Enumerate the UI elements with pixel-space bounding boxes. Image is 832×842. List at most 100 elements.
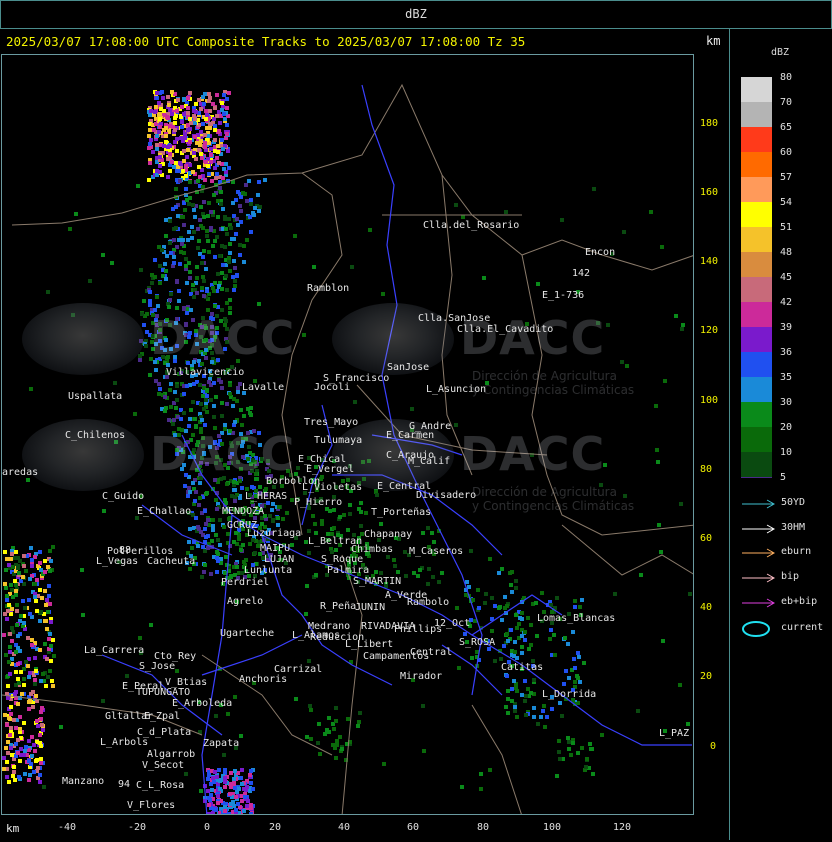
echo-pixel — [220, 244, 224, 248]
echo-pixel — [490, 629, 494, 633]
echo-pixel — [48, 549, 52, 553]
echo-pixel — [460, 785, 464, 789]
echo-pixel — [514, 586, 518, 590]
echo-pixel — [338, 735, 342, 739]
echo-pixel — [190, 546, 194, 550]
echo-pixel — [204, 492, 208, 496]
echo-pixel — [592, 187, 596, 191]
echo-pixel — [520, 611, 524, 615]
echo-pixel — [578, 605, 582, 609]
place-label: Ramblon — [307, 283, 350, 294]
echo-pixel — [225, 288, 229, 292]
echo-pixel — [510, 590, 514, 594]
echo-pixel — [182, 223, 186, 227]
echo-pixel — [236, 190, 240, 194]
echo-pixel — [161, 96, 165, 100]
echo-pixel — [600, 733, 604, 737]
echo-pixel — [172, 255, 176, 259]
echo-pixel — [9, 712, 13, 716]
echo-pixel — [155, 134, 159, 138]
echo-pixel — [296, 466, 300, 470]
echo-pixel — [216, 150, 220, 154]
echo-pixel — [508, 571, 512, 575]
arrow-icon — [742, 524, 776, 534]
echo-pixel — [163, 262, 167, 266]
echo-pixel — [573, 605, 577, 609]
echo-pixel — [216, 358, 220, 362]
colorbar-cell — [741, 277, 772, 302]
echo-pixel — [505, 632, 509, 636]
echo-pixel — [205, 229, 209, 233]
echo-pixel — [210, 179, 214, 183]
echo-pixel — [545, 715, 549, 719]
echo-pixel — [180, 467, 184, 471]
echo-pixel — [50, 679, 54, 683]
echo-pixel — [173, 433, 177, 437]
echo-pixel — [253, 206, 257, 210]
echo-pixel — [152, 128, 156, 132]
echo-pixel — [534, 601, 538, 605]
echo-pixel — [510, 699, 514, 703]
echo-pixel — [221, 176, 225, 180]
echo-pixel — [34, 599, 38, 603]
echo-pixel — [623, 494, 627, 498]
echo-pixel — [191, 481, 195, 485]
y-tick-label: 160 — [700, 187, 719, 198]
echo-pixel — [241, 440, 245, 444]
place-label: MENDOZA — [222, 506, 265, 517]
echo-pixel — [48, 669, 52, 673]
echo-pixel — [153, 308, 157, 312]
place-label: T_Porteñas — [371, 507, 432, 518]
echo-pixel — [242, 809, 246, 813]
place-label: 88 — [119, 545, 132, 556]
echo-pixel — [249, 812, 253, 814]
echo-pixel — [6, 740, 10, 744]
place-label: Tulumaya — [314, 435, 363, 446]
echo-pixel — [585, 757, 589, 761]
echo-pixel — [228, 455, 232, 459]
title-bar: dBZ — [0, 0, 832, 29]
echo-pixel — [35, 609, 39, 613]
place-label: S_ROSA — [459, 637, 496, 648]
echo-pixel — [211, 102, 215, 106]
echo-pixel — [188, 331, 192, 335]
echo-pixel — [38, 733, 42, 737]
echo-pixel — [562, 682, 566, 686]
place-label: Medrano — [308, 621, 351, 632]
echo-pixel — [153, 258, 157, 262]
echo-pixel — [43, 570, 47, 574]
echo-pixel — [276, 516, 280, 520]
echo-pixel — [18, 759, 22, 763]
echo-pixel — [39, 757, 43, 761]
colorbar-label: 48 — [780, 247, 793, 258]
echo-pixel — [184, 257, 188, 261]
echo-pixel — [27, 707, 31, 711]
x-tick-label: 40 — [338, 822, 351, 833]
echo-pixel — [46, 565, 50, 569]
echo-pixel — [207, 201, 211, 205]
echo-pixel — [170, 160, 174, 164]
echo-pixel — [566, 736, 570, 740]
echo-pixel — [649, 210, 653, 214]
echo-pixel — [217, 768, 221, 772]
place-label: Lavalle — [242, 382, 285, 393]
echo-pixel — [216, 272, 220, 276]
echo-pixel — [421, 704, 425, 708]
echo-pixel — [2, 767, 6, 771]
echo-pixel — [335, 743, 339, 747]
echo-pixel — [379, 522, 383, 526]
echo-pixel — [232, 480, 236, 484]
radar-map[interactable]: DACC DACC Dirección de Agricultura y Cont… — [1, 54, 694, 815]
echo-pixel — [142, 299, 146, 303]
echo-pixel — [182, 112, 186, 116]
echo-pixel — [191, 400, 195, 404]
echo-pixel — [214, 176, 218, 180]
arrow-icon — [742, 598, 776, 608]
echo-pixel — [224, 555, 228, 559]
echo-pixel — [483, 601, 487, 605]
echo-pixel — [196, 179, 200, 183]
echo-pixel — [238, 204, 242, 208]
place-label: Encon — [585, 247, 616, 258]
echo-pixel — [43, 619, 47, 623]
echo-pixel — [302, 333, 306, 337]
